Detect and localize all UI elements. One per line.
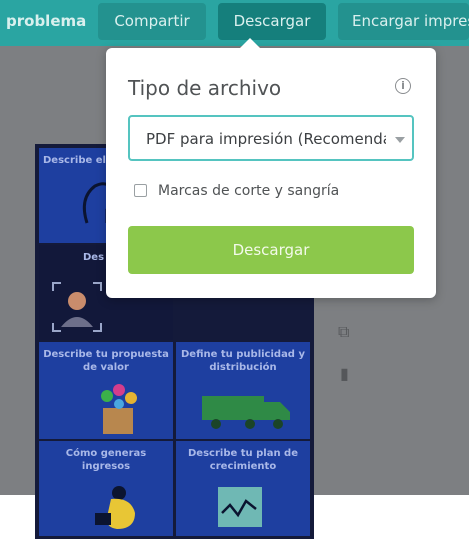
popup-arrow: [240, 38, 260, 48]
truck-icon: [202, 396, 290, 429]
tab-problema[interactable]: problema: [0, 3, 96, 40]
canvas-cell[interactable]: Define tu publicidad y distribución: [176, 342, 310, 439]
chevron-down-icon: [395, 137, 405, 143]
crop-marks-label[interactable]: Marcas de corte y sangría: [158, 183, 339, 199]
file-type-value: PDF para impresión (Recomendado): [146, 130, 386, 148]
canvas-cell[interactable]: Describe tu propuesta de valor: [39, 342, 173, 439]
trash-icon[interactable]: ▮: [340, 364, 349, 383]
cell-title: Define tu publicidad y distribución: [181, 349, 305, 373]
cell-title: Describe tu plan de crecimiento: [188, 448, 298, 472]
crop-marks-checkbox[interactable]: [134, 184, 147, 197]
revenue-icon: [95, 486, 135, 529]
download-button[interactable]: Descargar: [128, 226, 414, 274]
copy-icon[interactable]: ⧉: [338, 322, 349, 342]
cell-title: Describe tu propuesta de valor: [43, 349, 169, 373]
canvas-cell[interactable]: Cómo generas ingresos: [39, 441, 173, 536]
download-popup: Tipo de archivo i PDF para impresión (Re…: [106, 38, 436, 298]
cell-title: Cómo generas ingresos: [65, 448, 147, 472]
download-menu-button[interactable]: Descargar: [218, 3, 326, 40]
popup-title: Tipo de archivo: [128, 76, 282, 100]
value-proposition-icon: [101, 384, 137, 434]
canvas-cell[interactable]: Describe tu plan de crecimiento: [176, 441, 310, 536]
info-icon[interactable]: i: [395, 78, 411, 94]
file-type-select[interactable]: PDF para impresión (Recomendado): [128, 115, 414, 161]
share-button[interactable]: Compartir: [98, 3, 206, 40]
customer-icon: [52, 282, 102, 332]
growth-chart-icon: [218, 487, 262, 527]
top-toolbar: problema Compartir Descargar Encargar im…: [0, 0, 469, 46]
order-print-button[interactable]: Encargar impresión: [338, 3, 469, 40]
